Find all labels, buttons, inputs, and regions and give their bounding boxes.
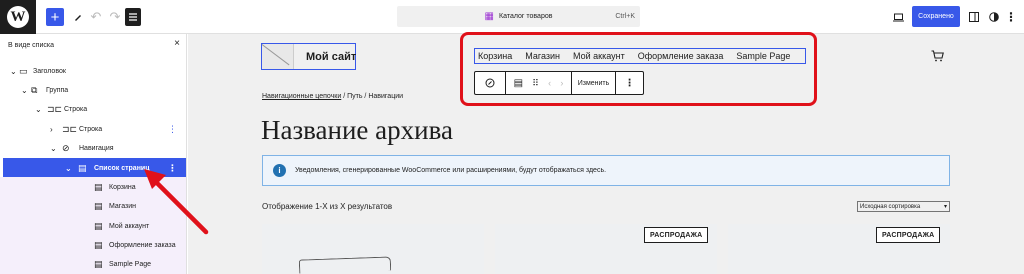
arrow-annotation: [144, 169, 209, 235]
